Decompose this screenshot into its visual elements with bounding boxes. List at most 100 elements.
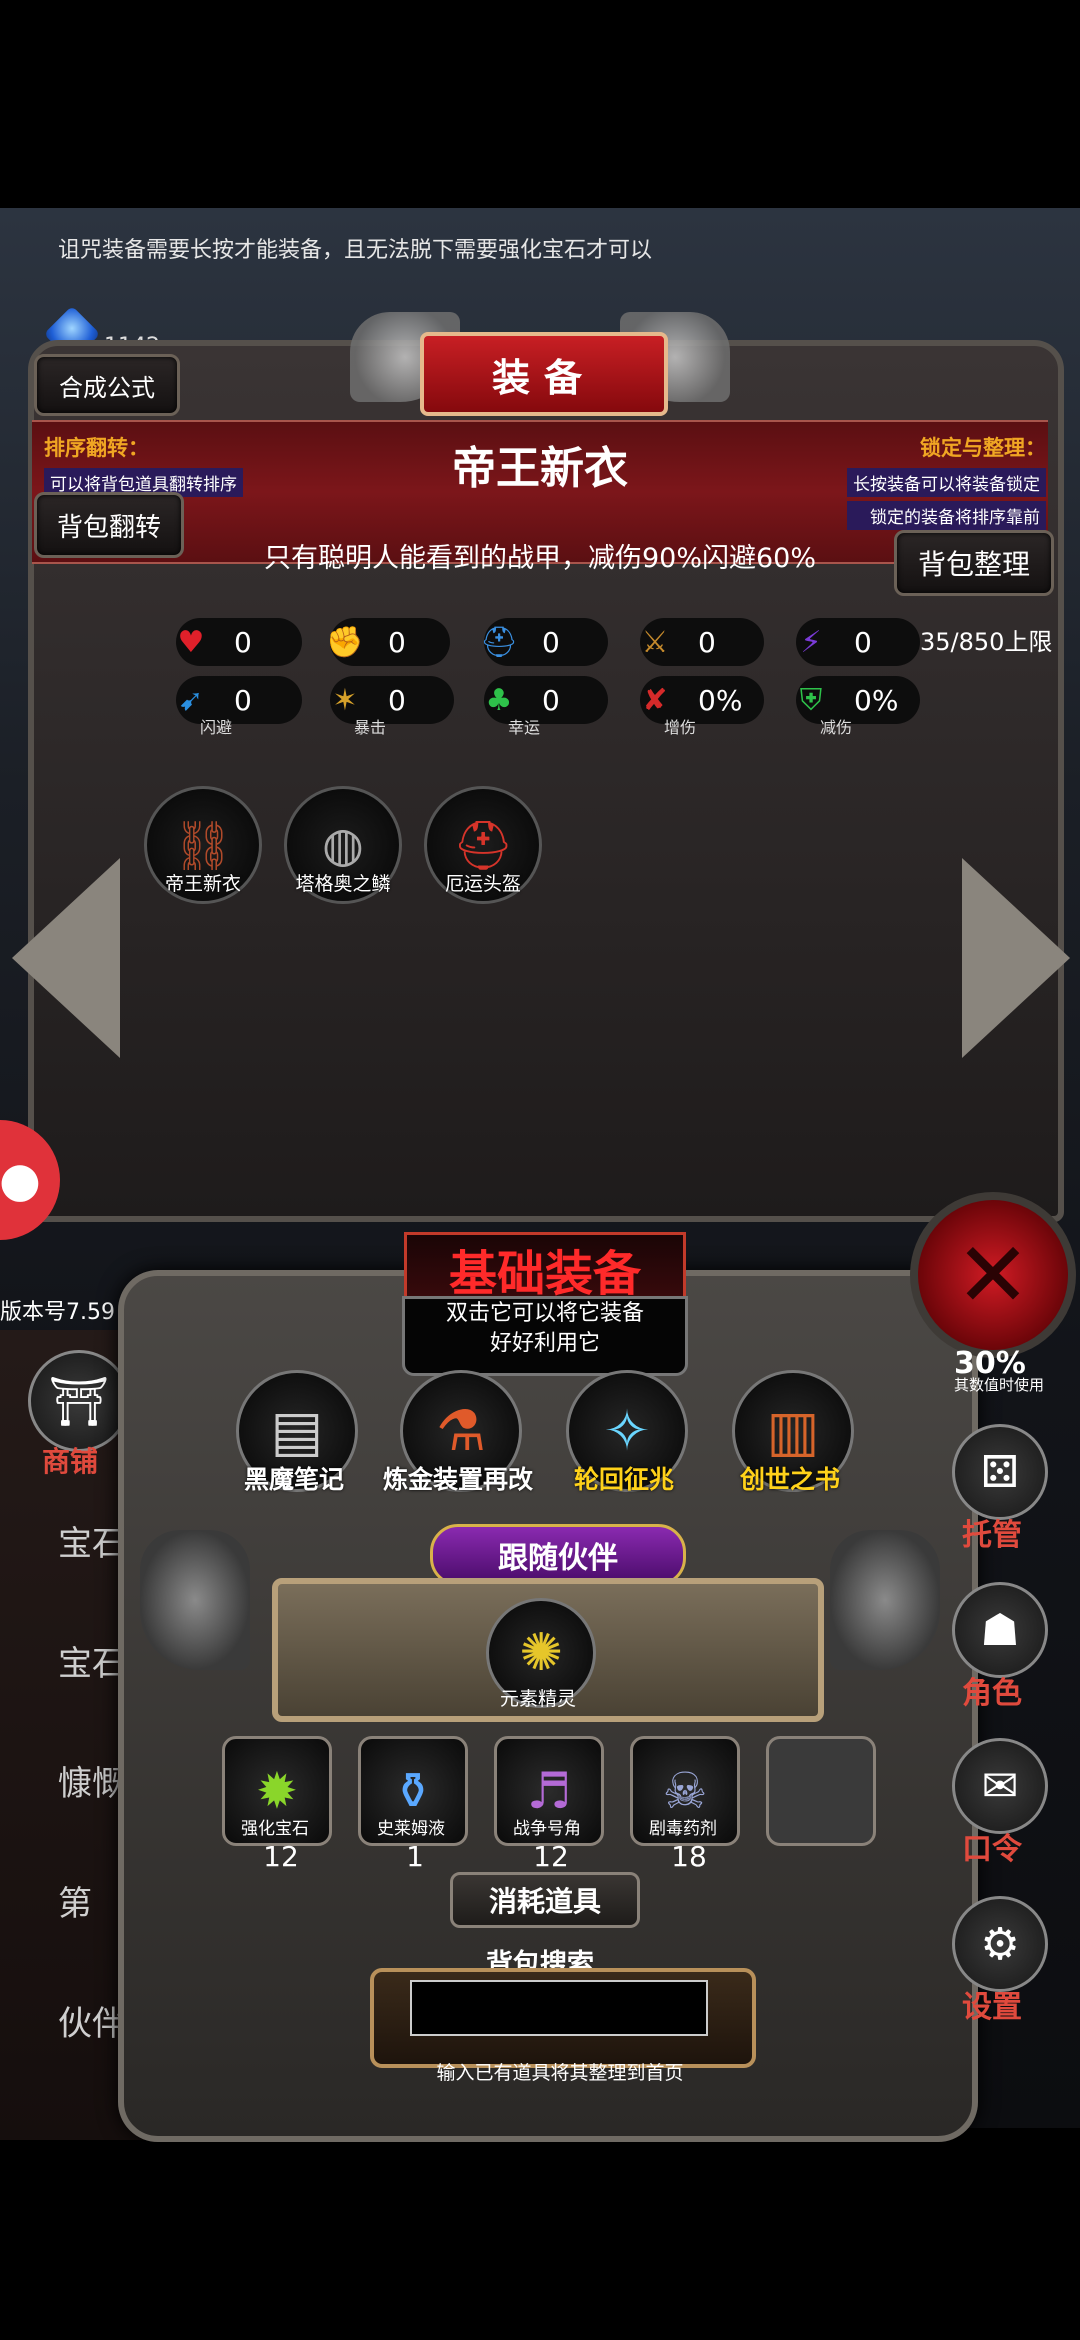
stat-damage-up: ✘ 0% 增伤 bbox=[640, 676, 764, 737]
arrow-right-icon[interactable] bbox=[962, 858, 1070, 1058]
lock-organize-info: 锁定与整理： 长按装备可以将装备锁定 锁定的装备将排序靠前 bbox=[847, 432, 1046, 530]
dragon-statue-right-icon bbox=[830, 1530, 940, 1670]
sort-flip-info: 排序翻转： 可以将背包道具翻转排序 bbox=[44, 432, 243, 497]
helmet-icon: ⛑ bbox=[452, 817, 514, 874]
scale-icon: ◍ bbox=[322, 817, 364, 873]
stat-value: 0 bbox=[542, 625, 560, 659]
base-equipment-hint: 双击它可以将它装备 好好利用它 bbox=[402, 1296, 688, 1376]
poison-icon: ☠ bbox=[662, 1762, 708, 1820]
consumable-name: 史莱姆液 bbox=[377, 1819, 445, 1839]
stat-value: 0% bbox=[854, 683, 899, 717]
stat-value: 0 bbox=[234, 625, 252, 659]
percent-hint: 其数值时使用 bbox=[954, 1376, 1045, 1394]
consumable-count: 12 bbox=[533, 1840, 569, 1873]
hint-line-2: 好好利用它 bbox=[489, 1331, 600, 1356]
arrow-left-icon[interactable] bbox=[12, 858, 120, 1058]
stat-value: 0 bbox=[542, 683, 560, 717]
left-list-item: 宝石 bbox=[58, 1524, 126, 1564]
stat-label: 闪避 bbox=[200, 718, 233, 737]
partner-name: 元素精灵 bbox=[499, 1688, 576, 1710]
equipped-slot-3[interactable]: ⛑ 厄运头盔 bbox=[424, 786, 542, 904]
left-list-item: 慷慨 bbox=[58, 1764, 126, 1804]
consumable-name: 强化宝石 bbox=[241, 1819, 309, 1839]
base-equipment-label-4: 创世之书 bbox=[739, 1465, 840, 1494]
stat-value: 0% bbox=[698, 683, 743, 717]
flask-icon: ⚗ bbox=[435, 1398, 487, 1464]
shop-icon[interactable]: ⛩ bbox=[28, 1350, 130, 1452]
search-input[interactable] bbox=[410, 1980, 708, 2036]
helmet-icon: ⛑ bbox=[479, 624, 519, 660]
base-equipment-title: 基础装备 bbox=[404, 1232, 686, 1306]
close-icon[interactable]: ✕ bbox=[910, 1192, 1076, 1358]
consumable-name: 剧毒药剂 bbox=[649, 1819, 717, 1839]
base-equipment-label-3: 轮回征兆 bbox=[573, 1465, 674, 1494]
stat-label: 增伤 bbox=[664, 718, 697, 737]
consumable-name: 战争号角 bbox=[513, 1819, 581, 1839]
role-label: 角色 bbox=[962, 1676, 1022, 1711]
staff-icon: ✧ bbox=[603, 1398, 651, 1464]
shop-label: 商铺 bbox=[42, 1445, 99, 1478]
armor-icon: ⛓ bbox=[172, 817, 234, 874]
lightning-icon: ⚡ bbox=[800, 624, 822, 660]
base-equipment-label-2: 炼金装置再改 bbox=[382, 1465, 533, 1494]
stat-strength: ✊ 0 bbox=[326, 618, 450, 666]
item-description: 只有聪明人能看到的战甲，减伤90%闪避60% bbox=[263, 543, 817, 574]
left-list-item: 第 bbox=[58, 1884, 92, 1924]
tome-icon: ▥ bbox=[766, 1398, 820, 1464]
manage-label: 托管 bbox=[962, 1518, 1022, 1553]
strength-icon: ✊ bbox=[326, 624, 364, 660]
left-list-item: 宝石 bbox=[58, 1644, 126, 1684]
hooded-figure-icon[interactable]: ☗ bbox=[952, 1582, 1048, 1678]
search-hint: 输入已有道具将其整理到首页 bbox=[436, 2062, 684, 2084]
stat-value: 0 bbox=[234, 683, 252, 717]
gem-icon: ✹ bbox=[256, 1762, 298, 1820]
stat-hp: ♥ 0 bbox=[176, 618, 302, 666]
consumables-title: 消耗道具 bbox=[450, 1872, 640, 1928]
stat-value: 0 bbox=[698, 625, 716, 659]
book-icon: ▤ bbox=[270, 1398, 324, 1464]
potion-icon: ⚱ bbox=[392, 1762, 434, 1820]
spirit-icon: ✺ bbox=[519, 1623, 563, 1683]
sort-flip-title: 排序翻转： bbox=[44, 436, 149, 460]
heart-icon: ♥ bbox=[177, 624, 205, 660]
horn-icon: ♬ bbox=[526, 1762, 572, 1820]
stat-damage-reduce: ⛨ 0% 减伤 bbox=[796, 676, 920, 737]
recipe-button[interactable]: 合成公式 bbox=[34, 354, 180, 416]
settings-gear-icon[interactable]: ⚙ bbox=[952, 1896, 1048, 1992]
stat-label: 暴击 bbox=[354, 718, 387, 737]
dragon-statue-left-icon bbox=[140, 1530, 250, 1670]
stat-dodge: ➹ 0 闪避 bbox=[176, 676, 302, 737]
notice-text: 诅咒装备需要长按才能装备，且无法脱下需要强化宝石才可以 bbox=[58, 238, 653, 263]
stat-defense: ⛑ 0 bbox=[480, 618, 608, 666]
stat-value: 0 bbox=[854, 625, 872, 659]
consumable-slot-empty[interactable] bbox=[766, 1736, 876, 1846]
lock-organize-title: 锁定与整理： bbox=[920, 436, 1046, 460]
equipped-slot-2[interactable]: ◍ 塔格奥之鳞 bbox=[284, 786, 402, 904]
lock-organize-desc1: 长按装备可以将装备锁定 bbox=[847, 468, 1046, 497]
dice-icon[interactable]: ⚄ bbox=[952, 1424, 1048, 1520]
stat-label: 减伤 bbox=[820, 718, 853, 737]
stat-label: 幸运 bbox=[508, 718, 541, 737]
stat-magic: ⚡ 0 bbox=[796, 618, 920, 666]
sword-icon: ⚔ bbox=[641, 624, 669, 660]
scroll-icon[interactable]: ✉ bbox=[952, 1738, 1048, 1834]
equipped-label: 塔格奥之鳞 bbox=[295, 873, 391, 895]
code-label: 口令 bbox=[962, 1832, 1022, 1867]
stat-value: 0 bbox=[388, 625, 406, 659]
lock-organize-desc2: 锁定的装备将排序靠前 bbox=[847, 501, 1046, 530]
settings-label: 设置 bbox=[962, 1990, 1022, 2025]
equipment-banner: 装备 bbox=[420, 332, 668, 416]
consumable-count: 12 bbox=[263, 1840, 299, 1873]
partner-title: 跟随伙伴 bbox=[430, 1524, 686, 1586]
consumable-count: 1 bbox=[406, 1840, 424, 1873]
stat-critical: ✶ 0 暴击 bbox=[330, 676, 454, 737]
item-name: 帝王新衣 bbox=[452, 443, 628, 494]
stat-value: 0 bbox=[388, 683, 406, 717]
equipped-label: 厄运头盔 bbox=[444, 873, 521, 895]
bag-capacity: 35/850上限 bbox=[920, 628, 1053, 656]
stat-luck: ♣ 0 幸运 bbox=[484, 676, 608, 737]
equipped-slot-1[interactable]: ⛓ 帝王新衣 bbox=[144, 786, 262, 904]
stat-attack: ⚔ 0 bbox=[640, 618, 764, 666]
hint-line-1: 双击它可以将它装备 bbox=[445, 1301, 644, 1326]
version-text: 版本号7.59 bbox=[0, 1300, 115, 1325]
